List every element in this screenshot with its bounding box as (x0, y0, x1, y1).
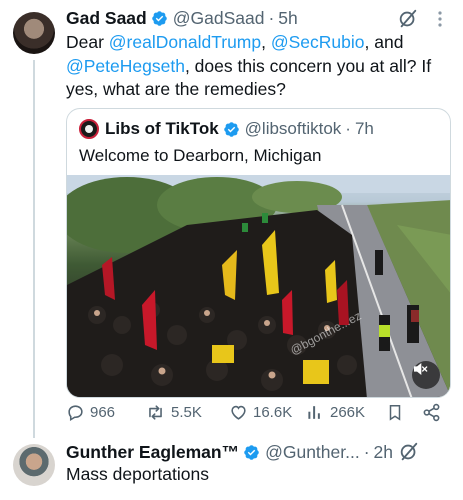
mention-link[interactable]: @PeteHegseth (66, 56, 185, 76)
views-count: 266K (330, 403, 366, 421)
heart-icon (231, 405, 246, 420)
bookmark-button[interactable] (386, 401, 409, 423)
mention-link[interactable]: @SecRubio (271, 32, 365, 52)
reply-author-name[interactable]: Gunther Eagleman™ (66, 442, 239, 463)
repost-button[interactable]: 5.5K (145, 401, 202, 423)
quoted-tweet-header: Libs of TikTok @libsoftiktok · 7h (79, 118, 374, 140)
reply-header: Gunther Eagleman™ @Gunther... · 2h (66, 440, 393, 464)
grok-icon[interactable] (397, 8, 419, 30)
more-options-icon[interactable] (437, 10, 443, 28)
quoted-author-name: Libs of TikTok (105, 119, 219, 138)
reply-icon (68, 404, 83, 421)
avatar[interactable] (13, 12, 55, 54)
verified-badge-icon (244, 444, 259, 460)
quoted-tweet-card[interactable]: Libs of TikTok @libsoftiktok · 7h Welcom… (66, 108, 451, 398)
reply-timestamp[interactable]: 2h (374, 442, 393, 463)
repost-icon (149, 404, 162, 420)
video-frame: @bgonthe...ez (67, 175, 450, 397)
tweet-header: Gad Saad @GadSaad · 5h (66, 6, 298, 30)
video-player[interactable]: @bgonthe...ez (67, 175, 450, 397)
reply-count: 966 (90, 403, 116, 421)
author-name[interactable]: Gad Saad (66, 8, 147, 29)
mention-link[interactable]: @realDonaldTrump (109, 32, 261, 52)
separator-dot: · (363, 441, 370, 462)
quoted-tweet-text: Welcome to Dearborn, Michigan (79, 146, 322, 165)
reply-text: Mass deportations (66, 464, 209, 484)
bookmark-icon (389, 404, 401, 421)
separator-dot: · (268, 7, 275, 28)
tweet-text-part: Dear (66, 32, 109, 52)
share-button[interactable] (422, 401, 446, 423)
like-count: 16.6K (253, 403, 293, 421)
like-button[interactable]: 16.6K (229, 401, 292, 423)
tweet-text: Dear @realDonaldTrump, @SecRubio, and @P… (66, 31, 446, 102)
reply-avatar[interactable] (13, 444, 55, 486)
share-icon (423, 403, 440, 421)
reply-author-handle[interactable]: @Gunther... (265, 442, 360, 463)
mute-icon[interactable] (412, 361, 440, 389)
author-handle[interactable]: @GadSaad (173, 8, 265, 29)
tweet-text-part: , and (364, 32, 404, 52)
timestamp[interactable]: 5h (278, 8, 297, 29)
views-button[interactable]: 266K (306, 401, 365, 423)
verified-badge-icon (223, 121, 239, 137)
reply-button[interactable]: 966 (66, 401, 115, 423)
quoted-timestamp: 7h (354, 119, 374, 138)
quoted-author-handle: @libsoftiktok (244, 119, 342, 138)
separator-dot: · (345, 119, 351, 138)
grok-icon[interactable] (398, 441, 420, 463)
action-bar: 966 5.5K 16.6K 266K (66, 401, 446, 423)
quoted-avatar (79, 119, 99, 139)
verified-badge-icon (151, 10, 167, 26)
repost-count: 5.5K (171, 403, 202, 421)
views-icon (308, 405, 320, 419)
tweet-text-part: , (261, 32, 271, 52)
thread-line (33, 60, 35, 438)
